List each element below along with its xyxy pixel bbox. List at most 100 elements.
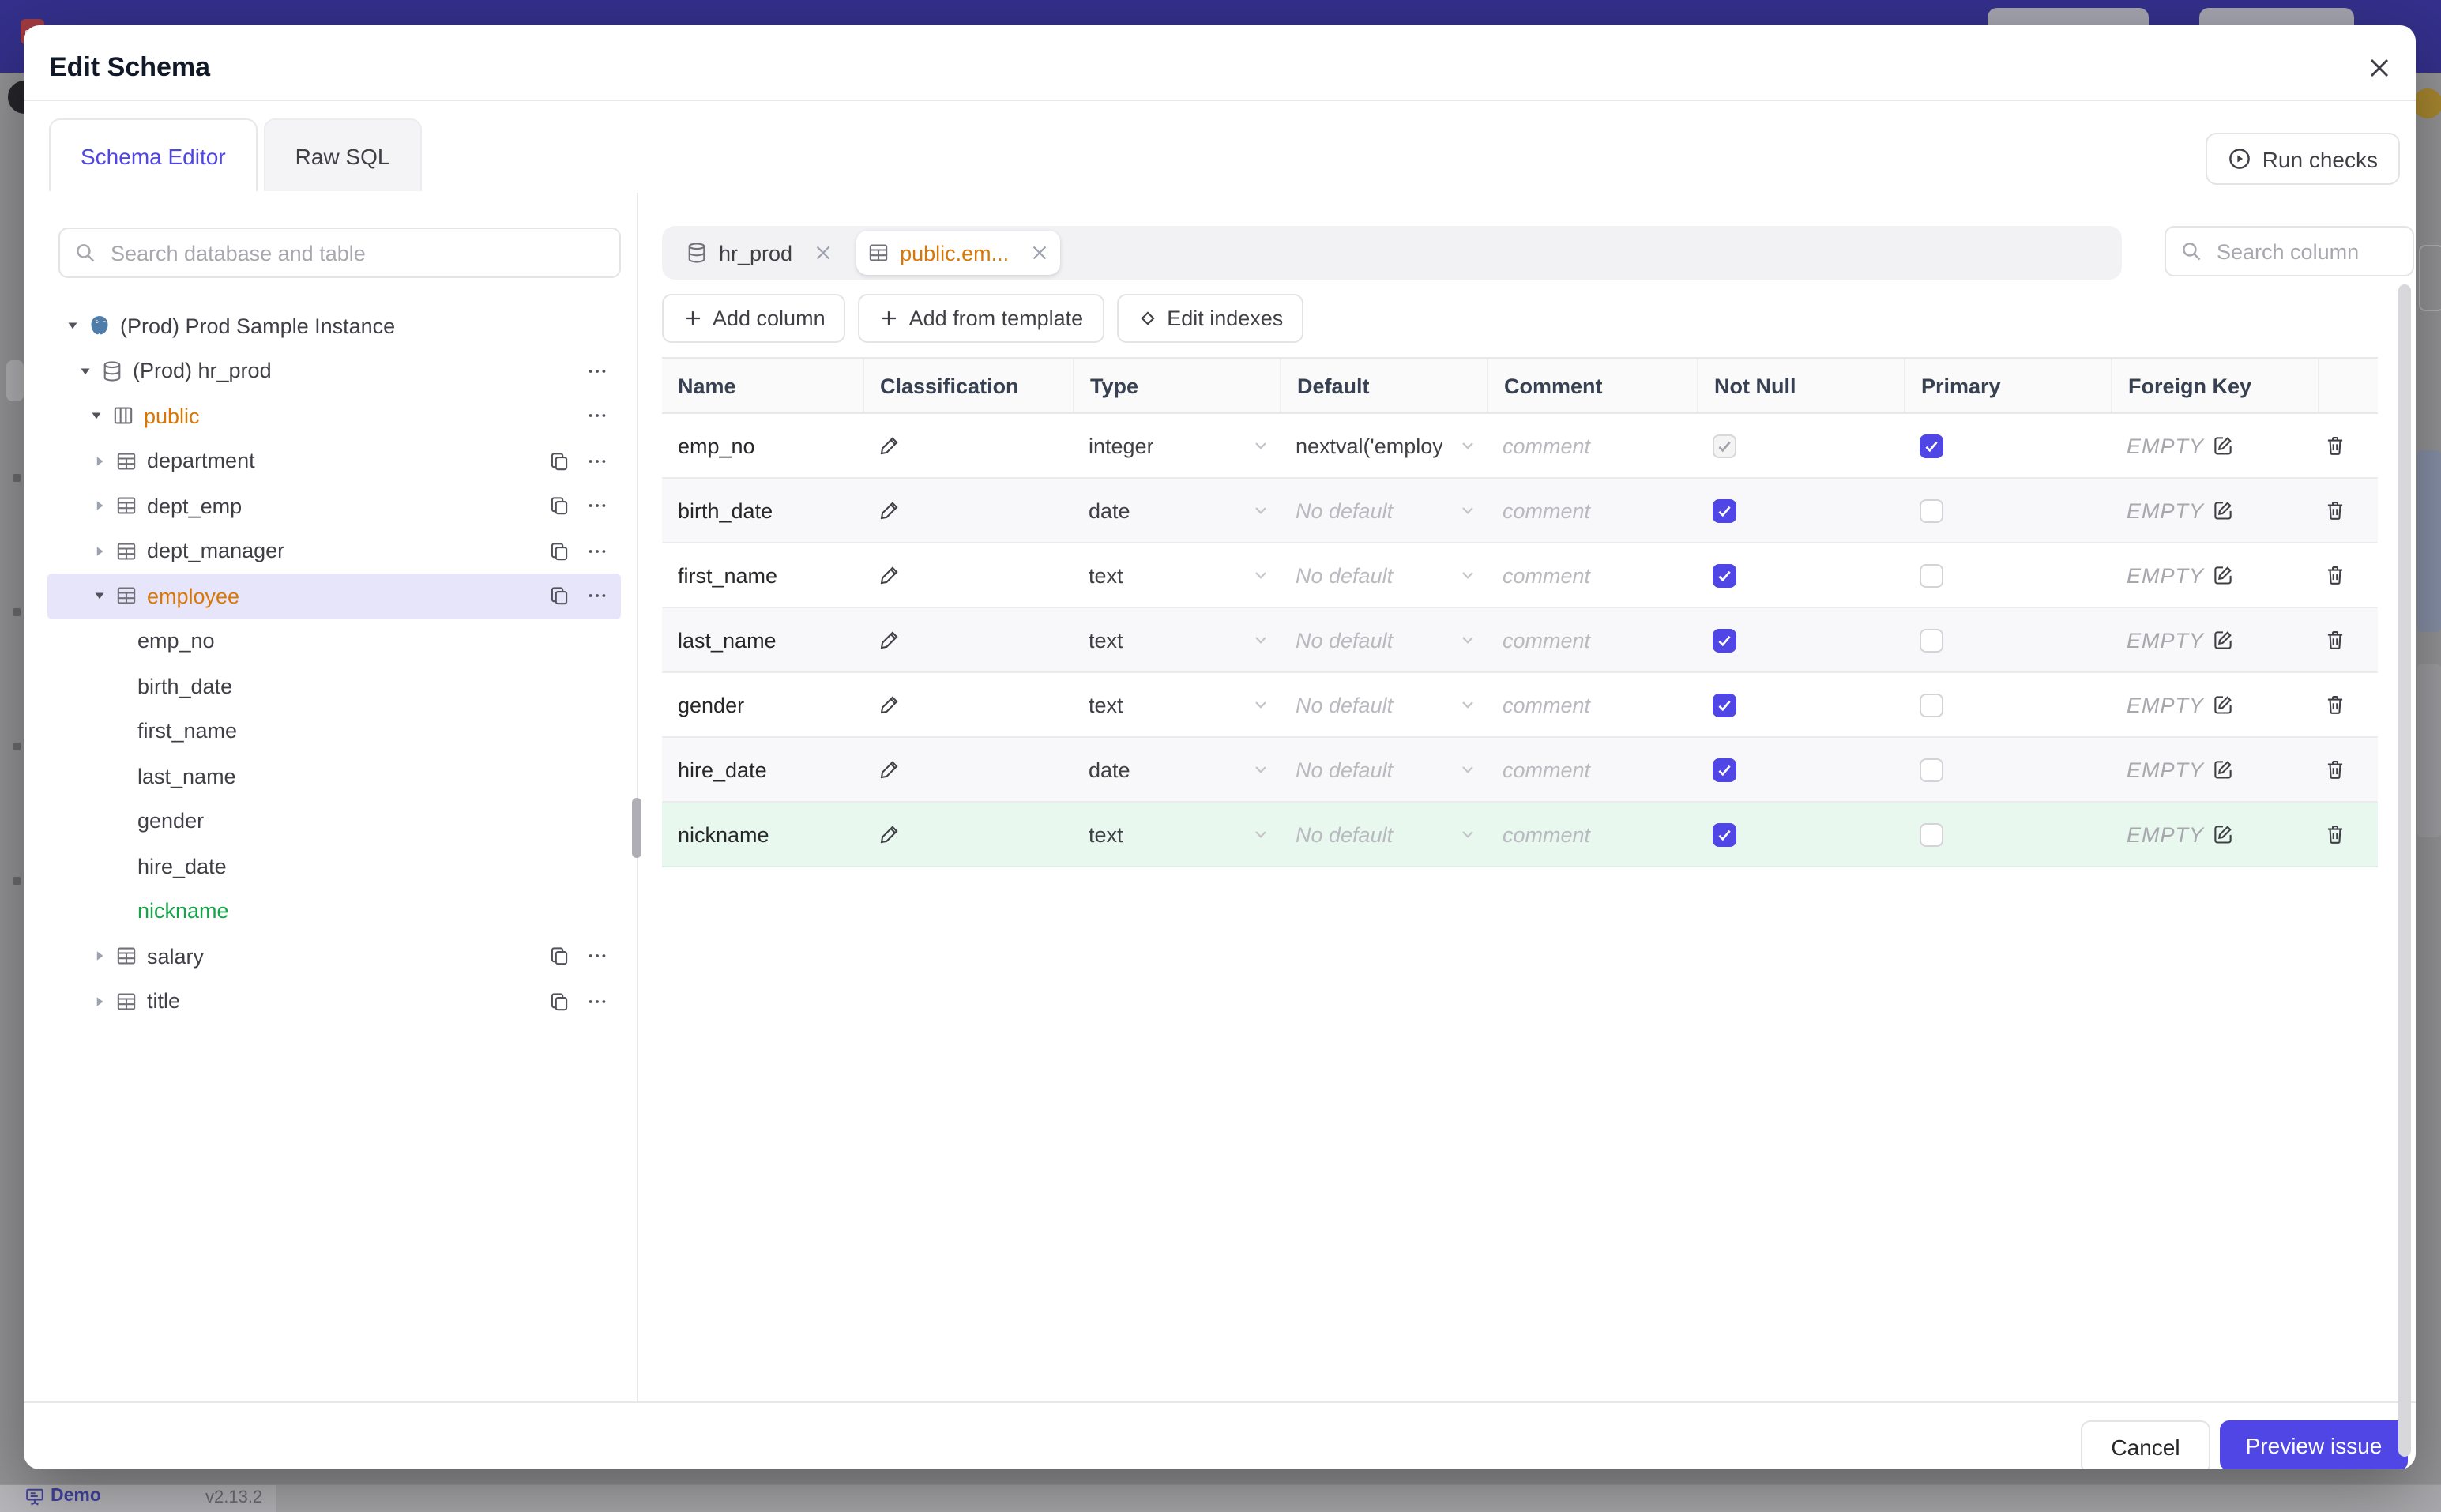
- type-select[interactable]: text: [1073, 803, 1280, 866]
- close-tab-icon[interactable]: [1029, 243, 1048, 262]
- editor-tab-hr-prod[interactable]: hr_prod: [675, 231, 843, 275]
- column-name-cell[interactable]: emp_no: [662, 414, 863, 477]
- copy-icon[interactable]: [548, 946, 570, 968]
- chevron-right-icon[interactable]: [90, 994, 109, 1010]
- chevron-right-icon[interactable]: [90, 949, 109, 965]
- chevron-down-icon[interactable]: [63, 318, 82, 334]
- type-select[interactable]: text: [1073, 673, 1280, 736]
- type-select[interactable]: date: [1073, 738, 1280, 801]
- type-select[interactable]: text: [1073, 543, 1280, 607]
- not-null-checkbox[interactable]: [1713, 628, 1736, 652]
- edit-classification-icon[interactable]: [878, 499, 901, 521]
- edit-classification-icon[interactable]: [878, 434, 901, 457]
- add-column-button[interactable]: Add column: [662, 294, 846, 343]
- default-select[interactable]: No default: [1280, 803, 1487, 866]
- column-name-cell[interactable]: last_name: [662, 608, 863, 671]
- not-null-checkbox[interactable]: [1713, 822, 1736, 846]
- more-menu-icon[interactable]: [586, 405, 608, 427]
- type-select[interactable]: text: [1073, 608, 1280, 671]
- tree-item-emp-no[interactable]: emp_no: [47, 619, 621, 664]
- primary-checkbox[interactable]: [1920, 693, 1943, 717]
- modal-scrollbar[interactable]: [2398, 284, 2411, 1457]
- more-menu-icon[interactable]: [586, 360, 608, 382]
- comment-input[interactable]: comment: [1487, 543, 1697, 607]
- comment-input[interactable]: comment: [1487, 673, 1697, 736]
- not-null-checkbox[interactable]: [1713, 563, 1736, 587]
- default-select[interactable]: No default: [1280, 479, 1487, 542]
- tree-item-dept-manager[interactable]: dept_manager: [47, 528, 621, 574]
- edit-classification-icon[interactable]: [878, 823, 901, 845]
- edit-foreign-key-icon[interactable]: [2212, 823, 2234, 845]
- tree-item-nickname[interactable]: nickname: [47, 889, 621, 934]
- cancel-button[interactable]: Cancel: [2081, 1420, 2210, 1469]
- tree-item-first-name[interactable]: first_name: [47, 709, 621, 754]
- tree-item-gender[interactable]: gender: [47, 799, 621, 844]
- comment-input[interactable]: comment: [1487, 608, 1697, 671]
- edit-classification-icon[interactable]: [878, 564, 901, 586]
- delete-column-icon[interactable]: [2324, 629, 2346, 651]
- tab-schema-editor[interactable]: Schema Editor: [49, 118, 258, 191]
- type-select[interactable]: integer: [1073, 414, 1280, 477]
- primary-checkbox[interactable]: [1920, 628, 1943, 652]
- close-icon[interactable]: [2367, 55, 2392, 81]
- tree-item-birth-date[interactable]: birth_date: [47, 664, 621, 709]
- not-null-checkbox[interactable]: [1713, 758, 1736, 781]
- default-select[interactable]: No default: [1280, 543, 1487, 607]
- comment-input[interactable]: comment: [1487, 479, 1697, 542]
- edit-foreign-key-icon[interactable]: [2212, 434, 2234, 457]
- copy-icon[interactable]: [548, 540, 570, 562]
- run-checks-button[interactable]: Run checks: [2205, 133, 2400, 185]
- more-menu-icon[interactable]: [586, 495, 608, 517]
- not-null-checkbox[interactable]: [1713, 693, 1736, 717]
- delete-column-icon[interactable]: [2324, 694, 2346, 716]
- tree-item-title[interactable]: title: [47, 979, 621, 1024]
- chevron-right-icon[interactable]: [90, 453, 109, 469]
- edit-classification-icon[interactable]: [878, 629, 901, 651]
- edit-classification-icon[interactable]: [878, 694, 901, 716]
- tree-item-salary[interactable]: salary: [47, 934, 621, 979]
- chevron-down-icon[interactable]: [90, 589, 109, 604]
- tree-item-hire-date[interactable]: hire_date: [47, 844, 621, 889]
- more-menu-icon[interactable]: [586, 991, 608, 1013]
- delete-column-icon[interactable]: [2324, 758, 2346, 780]
- not-null-checkbox[interactable]: [1713, 498, 1736, 522]
- add-from-template-button[interactable]: Add from template: [858, 294, 1104, 343]
- default-select[interactable]: No default: [1280, 738, 1487, 801]
- not-null-checkbox[interactable]: [1713, 434, 1736, 457]
- column-search-input[interactable]: [2213, 238, 2398, 265]
- delete-column-icon[interactable]: [2324, 823, 2346, 845]
- more-menu-icon[interactable]: [586, 946, 608, 968]
- column-name-cell[interactable]: nickname: [662, 803, 863, 866]
- chevron-down-icon[interactable]: [87, 408, 106, 424]
- tree-item-prod-hr-prod[interactable]: (Prod) hr_prod: [47, 348, 621, 393]
- delete-column-icon[interactable]: [2324, 434, 2346, 457]
- tree-search-input[interactable]: [107, 239, 605, 266]
- column-name-cell[interactable]: first_name: [662, 543, 863, 607]
- tab-raw-sql[interactable]: Raw SQL: [263, 118, 422, 191]
- comment-input[interactable]: comment: [1487, 803, 1697, 866]
- copy-icon[interactable]: [548, 495, 570, 517]
- copy-icon[interactable]: [548, 991, 570, 1013]
- preview-issue-button[interactable]: Preview issue: [2220, 1420, 2408, 1469]
- default-select[interactable]: No default: [1280, 608, 1487, 671]
- comment-input[interactable]: comment: [1487, 738, 1697, 801]
- primary-checkbox[interactable]: [1920, 822, 1943, 846]
- comment-input[interactable]: comment: [1487, 414, 1697, 477]
- edit-foreign-key-icon[interactable]: [2212, 758, 2234, 780]
- editor-tab-public-em[interactable]: public.em...: [856, 231, 1060, 275]
- chevron-down-icon[interactable]: [76, 363, 95, 379]
- default-select[interactable]: nextval('employ: [1280, 414, 1487, 477]
- edit-foreign-key-icon[interactable]: [2212, 694, 2234, 716]
- tree-item-prod-prod-sample-instance[interactable]: (Prod) Prod Sample Instance: [47, 303, 621, 348]
- chevron-right-icon[interactable]: [90, 498, 109, 514]
- edit-indexes-button[interactable]: Edit indexes: [1116, 294, 1304, 343]
- column-name-cell[interactable]: gender: [662, 673, 863, 736]
- default-select[interactable]: No default: [1280, 673, 1487, 736]
- primary-checkbox[interactable]: [1920, 758, 1943, 781]
- more-menu-icon[interactable]: [586, 540, 608, 562]
- delete-column-icon[interactable]: [2324, 499, 2346, 521]
- edit-foreign-key-icon[interactable]: [2212, 629, 2234, 651]
- copy-icon[interactable]: [548, 585, 570, 607]
- delete-column-icon[interactable]: [2324, 564, 2346, 586]
- chevron-right-icon[interactable]: [90, 543, 109, 559]
